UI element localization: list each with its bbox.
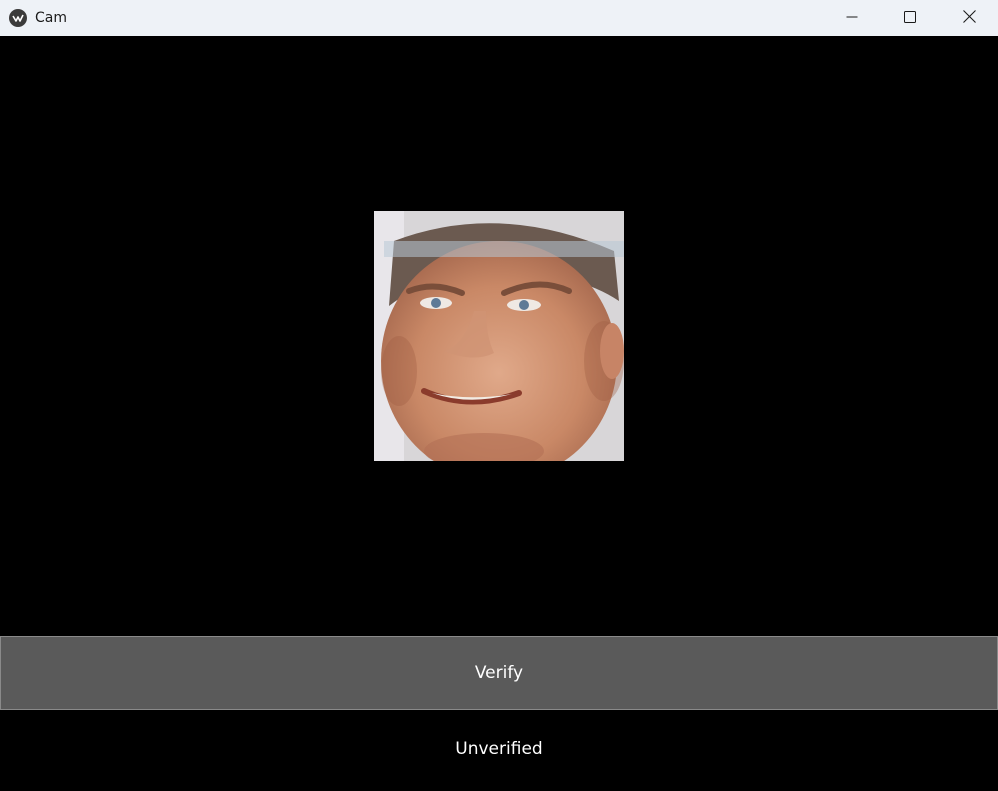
webcam-face-image xyxy=(374,211,624,461)
maximize-icon xyxy=(904,8,916,27)
window-title: Cam xyxy=(35,10,67,26)
kivy-logo-icon xyxy=(8,8,28,28)
close-icon xyxy=(962,8,976,27)
camera-feed xyxy=(374,211,624,461)
title-bar[interactable]: Cam xyxy=(0,0,998,36)
close-button[interactable] xyxy=(940,0,998,34)
status-text: Unverified xyxy=(455,738,543,759)
verify-button-label: Verify xyxy=(474,663,524,683)
app-content: Verify Unverified xyxy=(0,36,998,791)
verify-button[interactable]: Verify xyxy=(0,636,998,710)
maximize-button[interactable] xyxy=(881,0,939,34)
minimize-button[interactable] xyxy=(823,0,881,34)
verification-status-label: Unverified xyxy=(0,710,998,787)
minimize-icon xyxy=(846,8,858,27)
app-window: Cam Verify Unverified xyxy=(0,0,998,791)
